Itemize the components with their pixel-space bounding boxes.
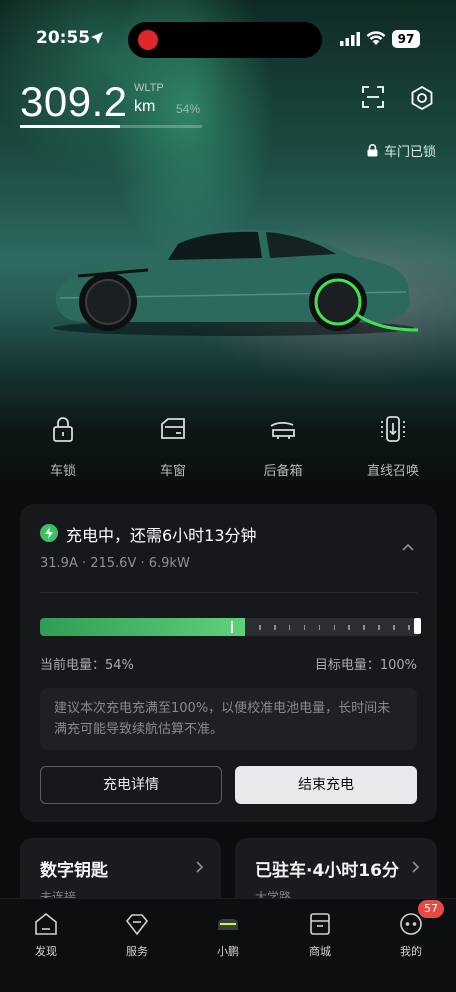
summon-icon (381, 416, 405, 442)
nav-item-discover[interactable]: 发现 (16, 911, 76, 959)
charging-stats: 31.9A · 215.6V · 6.9kW (40, 556, 190, 571)
charge-level-bar (40, 618, 420, 636)
end-charging-button[interactable]: 结束充电 (235, 766, 417, 804)
nav-item-xpeng[interactable]: 小鹏 (198, 911, 258, 959)
charge-bar-tick (348, 625, 350, 630)
chevron-up-icon[interactable] (401, 542, 415, 552)
range-value: 309.2 (20, 78, 128, 125)
quick-action-label: 车窗 (159, 464, 186, 479)
charging-bolt-icon (40, 524, 58, 542)
card-title: 已驻车·4小时16分 (255, 861, 399, 881)
charge-bar-tick (259, 625, 261, 630)
window-icon (161, 418, 185, 439)
home-icon (35, 912, 57, 935)
status-time: 20:55 (36, 28, 91, 48)
trunk-icon (270, 421, 295, 439)
quick-action-summon[interactable]: 直线召唤 (348, 414, 438, 479)
range-progress-fill (20, 125, 121, 128)
shopping-bag-icon (310, 913, 330, 935)
charge-bar-tick (378, 625, 380, 630)
quick-action-label: 后备箱 (263, 464, 303, 479)
chevron-right-icon (412, 861, 420, 873)
charge-bar-tick (318, 625, 321, 630)
quick-action-trunk[interactable]: 后备箱 (238, 414, 328, 479)
charge-bar-tick (333, 625, 336, 630)
charge-level-fill (40, 618, 246, 636)
notification-badge: 57 (418, 900, 444, 918)
current-level: 当前电量：54% (40, 658, 134, 673)
range-standard: WLTP (134, 82, 164, 94)
chevron-right-icon (196, 861, 204, 873)
nav-item-service[interactable]: 服务 (107, 911, 167, 959)
charging-title: 充电中，还需6小时13分钟 (66, 526, 257, 545)
recording-dot-icon (138, 30, 158, 50)
nav-item-mall[interactable]: 商城 (290, 911, 350, 959)
charging-advice: 建议本次充电充满至100%，以便校准电池电量，长时间未满充可能导致续航估算不准。 (40, 688, 417, 750)
charge-bar-tick (393, 625, 395, 630)
charge-bar-tick (363, 625, 365, 630)
cellular-signal-icon (340, 32, 360, 46)
status-bar: 20:55 97 (0, 22, 456, 58)
quick-action-label: 直线召唤 (366, 464, 419, 479)
car-icon (218, 919, 238, 930)
charge-bar-tick (288, 625, 291, 630)
nav-item-profile[interactable]: 我的 (381, 911, 441, 959)
divider (40, 592, 417, 593)
range-unit: km (134, 98, 156, 115)
charge-bar-tick (303, 625, 306, 630)
door-lock-label: 车门已锁 (383, 145, 436, 160)
dynamic-island (128, 22, 322, 58)
settings-icon[interactable] (409, 85, 435, 111)
lock-icon (53, 417, 73, 442)
location-arrow-icon (91, 32, 103, 44)
charging-card: 充电中，还需6小时13分钟 31.9A · 215.6V · 6.9kW 当前电… (20, 504, 437, 822)
bottom-nav: 发现 服务 小鹏 商城 我的 (0, 898, 456, 992)
charge-bar-tick (408, 625, 410, 630)
charge-bar-tick (274, 625, 276, 630)
quick-action-lock[interactable]: 车锁 (18, 414, 108, 479)
door-lock-status: 车门已锁 (367, 141, 436, 160)
card-title: 数字钥匙 (40, 861, 108, 881)
battery-indicator: 97 (392, 30, 420, 48)
quick-action-label: 车锁 (49, 464, 76, 479)
charge-level-marker (231, 621, 234, 633)
range-progress (20, 125, 202, 128)
target-level-handle[interactable] (414, 618, 421, 634)
charging-detail-button[interactable]: 充电详情 (40, 766, 222, 804)
battery-percent: 54% (176, 102, 201, 116)
target-level: 目标电量：100% (314, 658, 417, 673)
lock-small-icon (367, 144, 378, 157)
car-illustration (54, 229, 419, 336)
quick-action-window[interactable]: 车窗 (128, 414, 218, 479)
diamond-icon (125, 914, 149, 936)
wifi-icon (366, 31, 386, 45)
scan-icon[interactable] (361, 85, 385, 109)
